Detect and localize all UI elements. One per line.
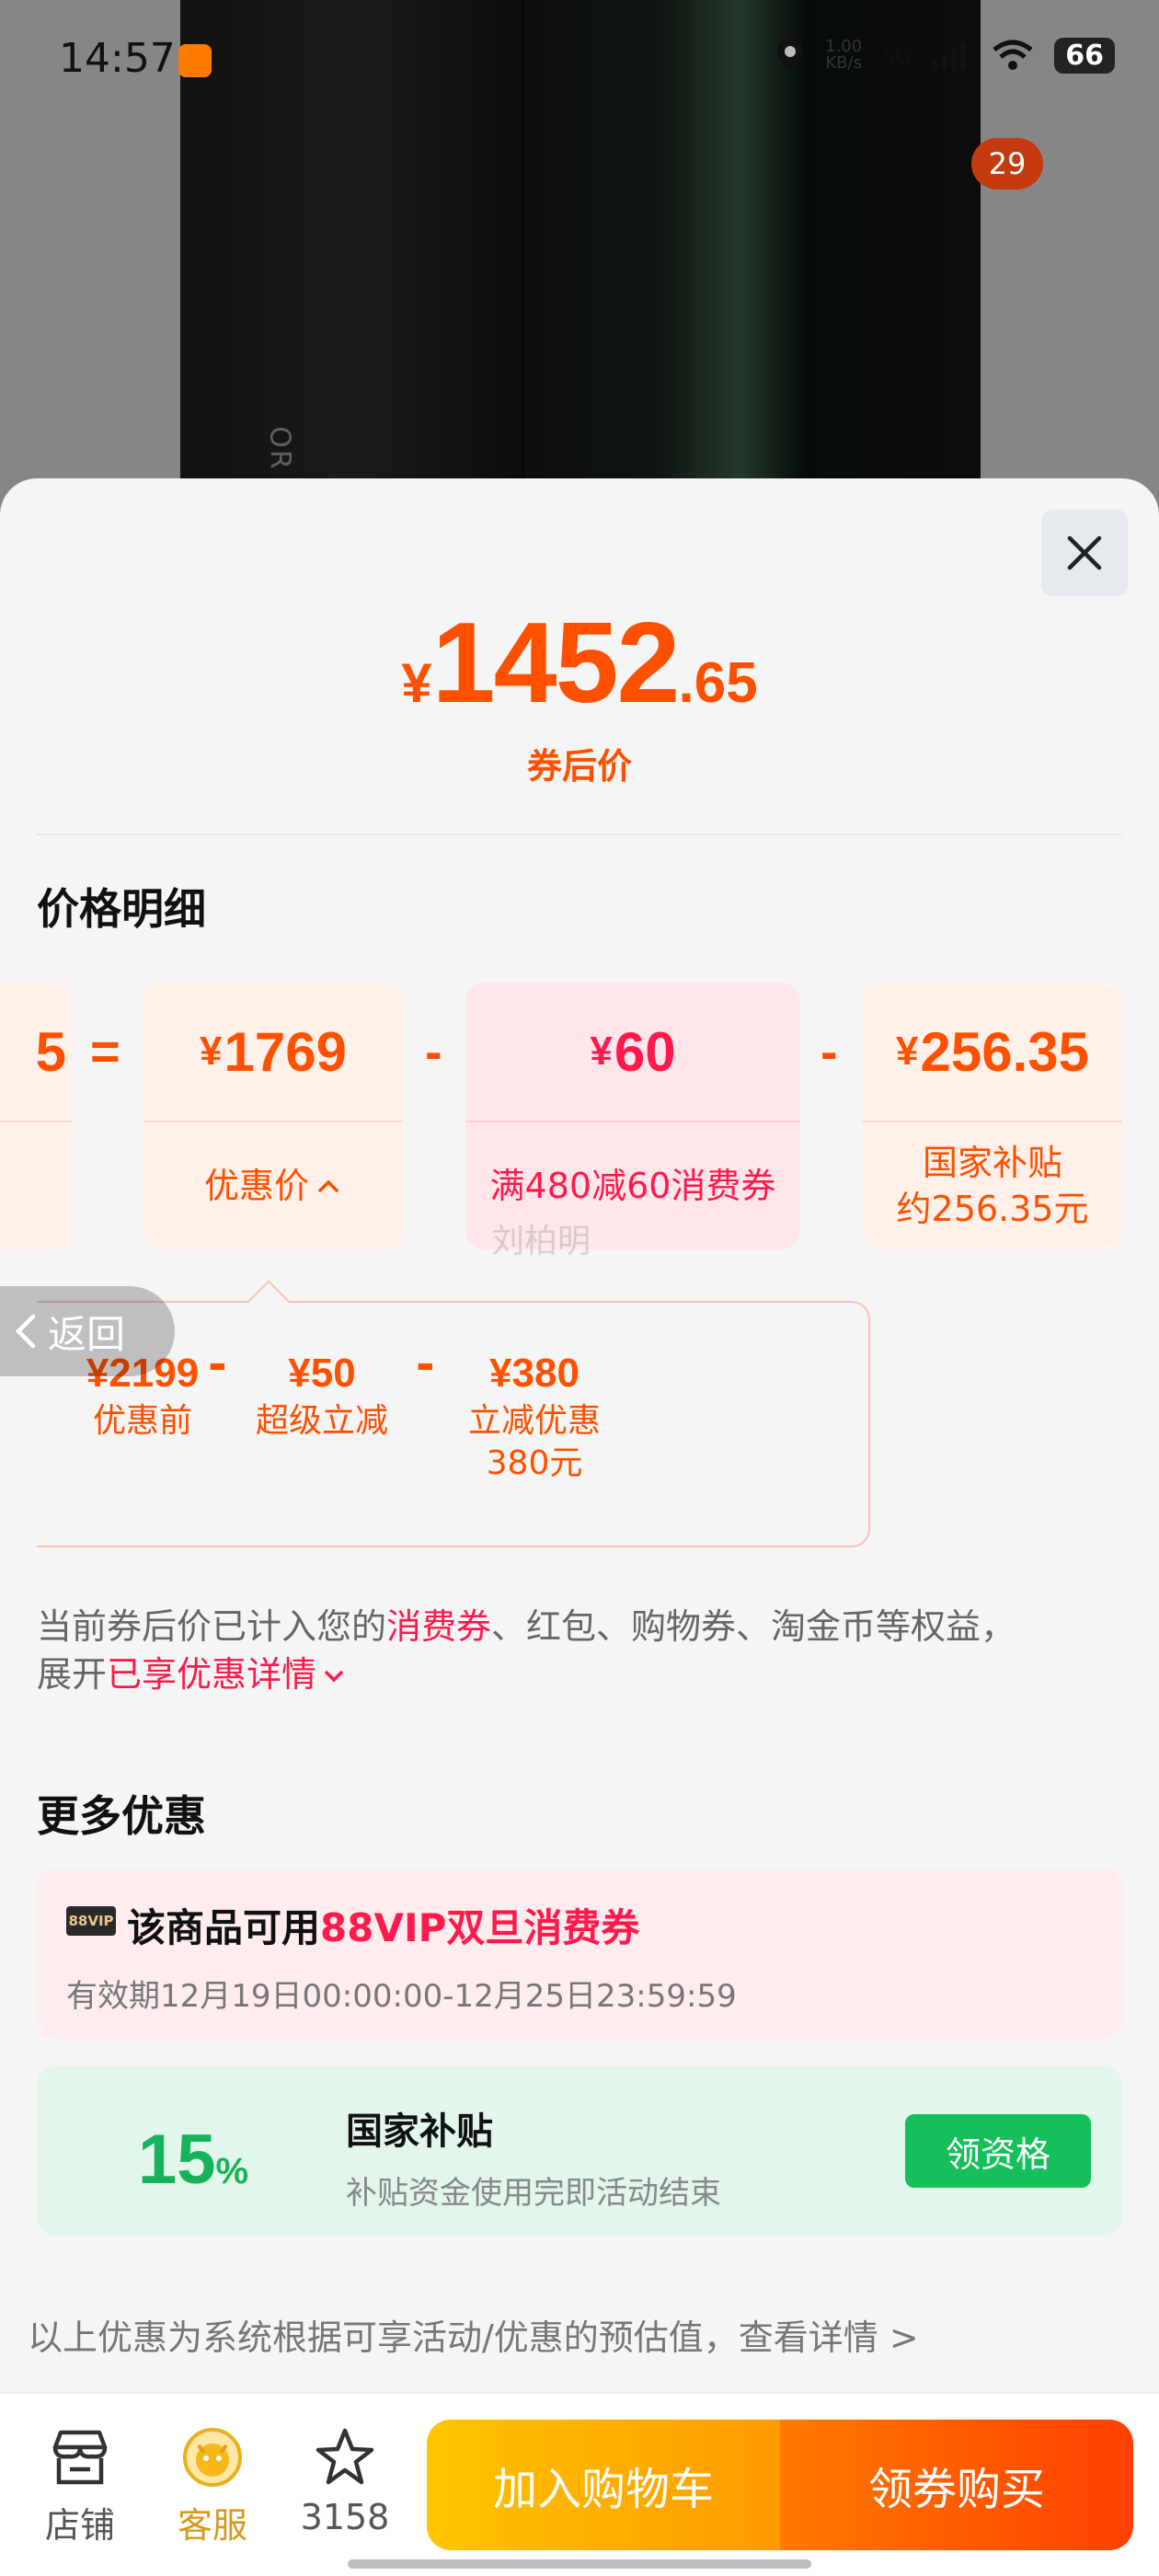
minus-operator: - <box>208 1338 227 1391</box>
breakdown-instant-discount: ¥380 立减优惠 380元 <box>447 1351 622 1485</box>
price-note: 当前券后价已计入您的消费券、红包、购物券、淘金币等权益， 展开已享优惠详情 <box>37 1603 1122 1698</box>
minus-operator: - <box>425 1022 442 1080</box>
subsidy-percent-sign: % <box>215 2151 249 2191</box>
back-label: 返回 <box>48 1311 126 1357</box>
bottom-action-bar: 店铺 客服 3158 加入购物车 领券购买 <box>0 2392 1159 2576</box>
subsidy-title: 国家补贴 <box>346 2110 493 2153</box>
price-card-clipped[interactable]: 5 <box>0 983 72 1249</box>
breakdown-label-line1: 立减优惠 <box>467 1402 601 1440</box>
shop-icon <box>52 2430 108 2485</box>
add-to-cart-button[interactable]: 加入购物车 <box>427 2420 780 2550</box>
chevron-up-icon <box>318 1179 339 1192</box>
watermark: 刘柏明 <box>491 1223 591 1260</box>
minus-operator: - <box>820 1022 838 1080</box>
status-time: 14:57 <box>59 35 176 82</box>
note-text: 、红包、购物券、淘金币等权益， <box>491 1606 1016 1647</box>
price-caption: 券后价 <box>526 746 632 787</box>
price-detail-sheet: ¥1452.65 券后价 价格明细 5 = ¥1769 优惠价 - ¥60 满4… <box>0 478 1159 2576</box>
card-value: ¥1769 <box>143 983 403 1121</box>
price-card-coupon[interactable]: ¥60 满480减60消费券 <box>465 983 800 1249</box>
expand-benefits-link[interactable]: 已享优惠详情 <box>107 1654 348 1695</box>
customer-service-button[interactable]: 客服 <box>162 2427 263 2547</box>
breakdown-value: ¥50 <box>288 1351 356 1396</box>
shop-button[interactable]: 店铺 <box>29 2427 131 2547</box>
close-button[interactable] <box>1041 510 1128 596</box>
chevron-down-icon <box>325 1671 343 1683</box>
chevron-left-icon <box>15 1314 36 1349</box>
note-text: 当前券后价已计入您的 <box>37 1606 387 1647</box>
card-label-line2: 约256.35元 <box>896 1189 1089 1229</box>
net-speed: 1.00 KB/s <box>825 37 863 73</box>
notification-icon <box>178 44 212 77</box>
back-button[interactable]: 返回 <box>0 1286 175 1376</box>
card-label-line1: 国家补贴 <box>922 1143 1062 1183</box>
favorite-button[interactable]: 3158 <box>294 2427 396 2537</box>
close-icon <box>1067 535 1102 570</box>
card-label: 优惠价 <box>143 1122 403 1249</box>
purchase-buttons: 加入购物车 领券购买 <box>427 2420 1133 2550</box>
card-amount: 1769 <box>224 1020 347 1083</box>
subsidy-subtitle: 补贴资金使用完即活动结束 <box>346 2175 721 2212</box>
note-text: 展开 <box>37 1654 108 1695</box>
count-badge: 29 <box>971 138 1043 190</box>
card-label-text: 优惠价 <box>203 1166 309 1206</box>
breakdown-label-line2: 380元 <box>486 1444 583 1482</box>
divider <box>37 834 1122 835</box>
card-amount: 256.35 <box>920 1020 1089 1083</box>
price-card-discounted[interactable]: ¥1769 优惠价 <box>143 983 403 1249</box>
yen-symbol: ¥ <box>200 1029 223 1074</box>
expand-benefits-label: 已享优惠详情 <box>107 1654 317 1695</box>
customer-service-label: 客服 <box>177 2505 247 2546</box>
status-bar: 14:57 1.00 KB/s 5G 66 <box>0 0 1159 120</box>
breakdown-label: 优惠前 <box>92 1402 192 1440</box>
card-value: 5 <box>35 1020 66 1083</box>
network-label: 5G <box>882 43 912 67</box>
wifi-icon <box>993 40 1033 70</box>
card-value: ¥60 <box>465 983 800 1121</box>
vip-badge: 88VIP <box>66 1906 116 1936</box>
subsidy-percent-value: 15 <box>138 2121 216 2199</box>
price-yen: ¥ <box>401 652 432 714</box>
star-icon <box>316 2428 374 2485</box>
vip-coupon-card[interactable]: 88VIP 该商品可用88VIP双旦消费券 有效期12月19日00:00:00-… <box>37 1869 1122 2039</box>
customer-service-icon <box>183 2428 242 2487</box>
location-icon <box>777 39 804 72</box>
equals-operator: = <box>90 1022 120 1080</box>
yen-symbol: ¥ <box>590 1029 613 1074</box>
yen-symbol: ¥ <box>896 1029 919 1074</box>
breakdown-value: ¥380 <box>489 1351 580 1396</box>
vip-title-highlight: 88VIP双旦消费券 <box>320 1905 640 1950</box>
subsidy-percent: 15% <box>138 2120 248 2200</box>
price-integer: 1452 <box>431 600 681 727</box>
card-amount: 60 <box>614 1020 676 1083</box>
final-price: ¥1452.65 <box>0 598 1159 729</box>
home-indicator[interactable] <box>348 2559 811 2569</box>
breakdown-label: 超级立减 <box>255 1402 388 1440</box>
vip-validity: 有效期12月19日00:00:00-12月25日23:59:59 <box>66 1978 737 2015</box>
more-offers-title: 更多优惠 <box>37 1791 206 1841</box>
minus-operator: - <box>416 1338 435 1391</box>
signal-icon <box>933 42 967 70</box>
view-details-link[interactable]: 以上优惠为系统根据可享活动/优惠的预估值，查看详情 > <box>28 2309 919 2360</box>
breakdown-super-discount: ¥50 超级立减 <box>241 1351 403 1443</box>
buy-with-coupon-button[interactable]: 领券购买 <box>780 2420 1133 2550</box>
price-decimal: .65 <box>678 651 758 715</box>
subsidy-card: 15% 国家补贴 补贴资金使用完即活动结束 领资格 <box>37 2066 1122 2236</box>
status-icons: 1.00 KB/s 5G 66 <box>775 37 1115 74</box>
shop-label: 店铺 <box>44 2505 115 2546</box>
card-value: ¥256.35 <box>863 983 1122 1121</box>
vip-title-prefix: 该商品可用 <box>127 1905 321 1950</box>
vip-title: 该商品可用88VIP双旦消费券 <box>127 1897 639 1953</box>
battery-indicator: 66 <box>1054 37 1115 74</box>
card-separator <box>0 1121 72 1122</box>
favorites-count: 3158 <box>300 2497 390 2537</box>
note-highlight-coupon: 消费券 <box>386 1606 492 1647</box>
price-card-subsidy[interactable]: ¥256.35 国家补贴约256.35元 <box>863 983 1122 1249</box>
card-label: 国家补贴约256.35元 <box>863 1122 1122 1249</box>
breakdown-label: 立减优惠 380元 <box>447 1400 622 1485</box>
claim-eligibility-button[interactable]: 领资格 <box>905 2114 1091 2188</box>
price-detail-title: 价格明细 <box>37 884 206 934</box>
